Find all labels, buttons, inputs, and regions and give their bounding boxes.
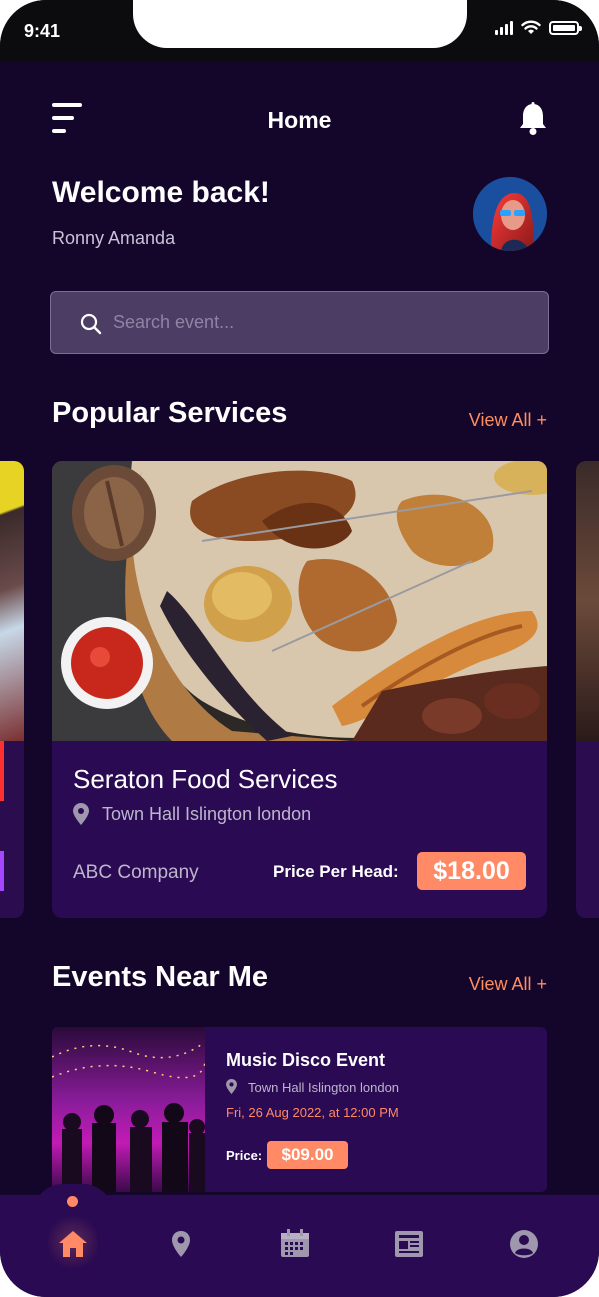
location-pin-icon [226, 1079, 237, 1094]
previous-card-accent [0, 741, 4, 801]
location-pin-icon [73, 803, 89, 825]
previous-service-card[interactable] [0, 461, 24, 918]
wifi-icon [521, 20, 541, 34]
search-bar[interactable] [50, 291, 549, 354]
next-card-image [576, 461, 599, 741]
search-input[interactable] [113, 292, 533, 353]
event-price-label: Price: [226, 1148, 263, 1163]
page-title: Home [267, 107, 332, 133]
battery-icon [549, 20, 582, 35]
events-view-all-link[interactable]: View All + [469, 974, 547, 995]
welcome-heading: Welcome back! [52, 176, 270, 209]
news-icon[interactable] [392, 1227, 426, 1261]
active-tab-dot [67, 1196, 78, 1207]
events-near-me-title: Events Near Me [52, 961, 268, 993]
service-company: ABC Company [73, 862, 199, 883]
previous-card-image [0, 461, 24, 741]
service-location: Town Hall Islington london [102, 804, 312, 824]
search-icon [80, 313, 102, 335]
event-date: Fri, 26 Aug 2022, at 12:00 PM [226, 1105, 399, 1120]
event-card[interactable]: Music Disco Event Town Hall Islington lo… [52, 1027, 547, 1192]
notification-bell-icon[interactable] [517, 102, 549, 136]
service-price-badge: $18.00 [417, 852, 526, 890]
status-time: 9:41 [24, 21, 61, 41]
map-pin-icon[interactable] [164, 1227, 198, 1261]
status-icons [495, 20, 582, 35]
service-name: Seraton Food Services [73, 764, 338, 794]
cellular-signal-icon [495, 20, 513, 35]
profile-icon[interactable] [507, 1227, 541, 1261]
event-price-badge: $09.00 [267, 1141, 348, 1169]
calendar-icon[interactable] [278, 1227, 312, 1261]
service-card[interactable]: Seraton Food Services Town Hall Islingto… [52, 461, 547, 918]
popular-view-all-link[interactable]: View All + [469, 410, 547, 431]
avatar-photo [473, 177, 547, 251]
price-per-head-label: Price Per Head: [273, 862, 399, 881]
service-card-image [52, 461, 547, 741]
previous-card-accent-2 [0, 851, 4, 891]
camera-notch [133, 0, 467, 48]
popular-services-title: Popular Services [52, 397, 288, 429]
next-service-card[interactable] [576, 461, 599, 918]
status-bar: 9:41 [0, 0, 599, 62]
event-image [52, 1027, 205, 1192]
user-name: Ronny Amanda [52, 228, 176, 248]
avatar[interactable] [473, 177, 547, 251]
home-icon[interactable] [56, 1227, 90, 1261]
phone-screen: 9:41 Home Welcome back! Ronny Amanda Sea… [0, 0, 599, 1297]
event-location: Town Hall Islington london [248, 1080, 400, 1095]
event-title: Music Disco Event [226, 1050, 386, 1070]
